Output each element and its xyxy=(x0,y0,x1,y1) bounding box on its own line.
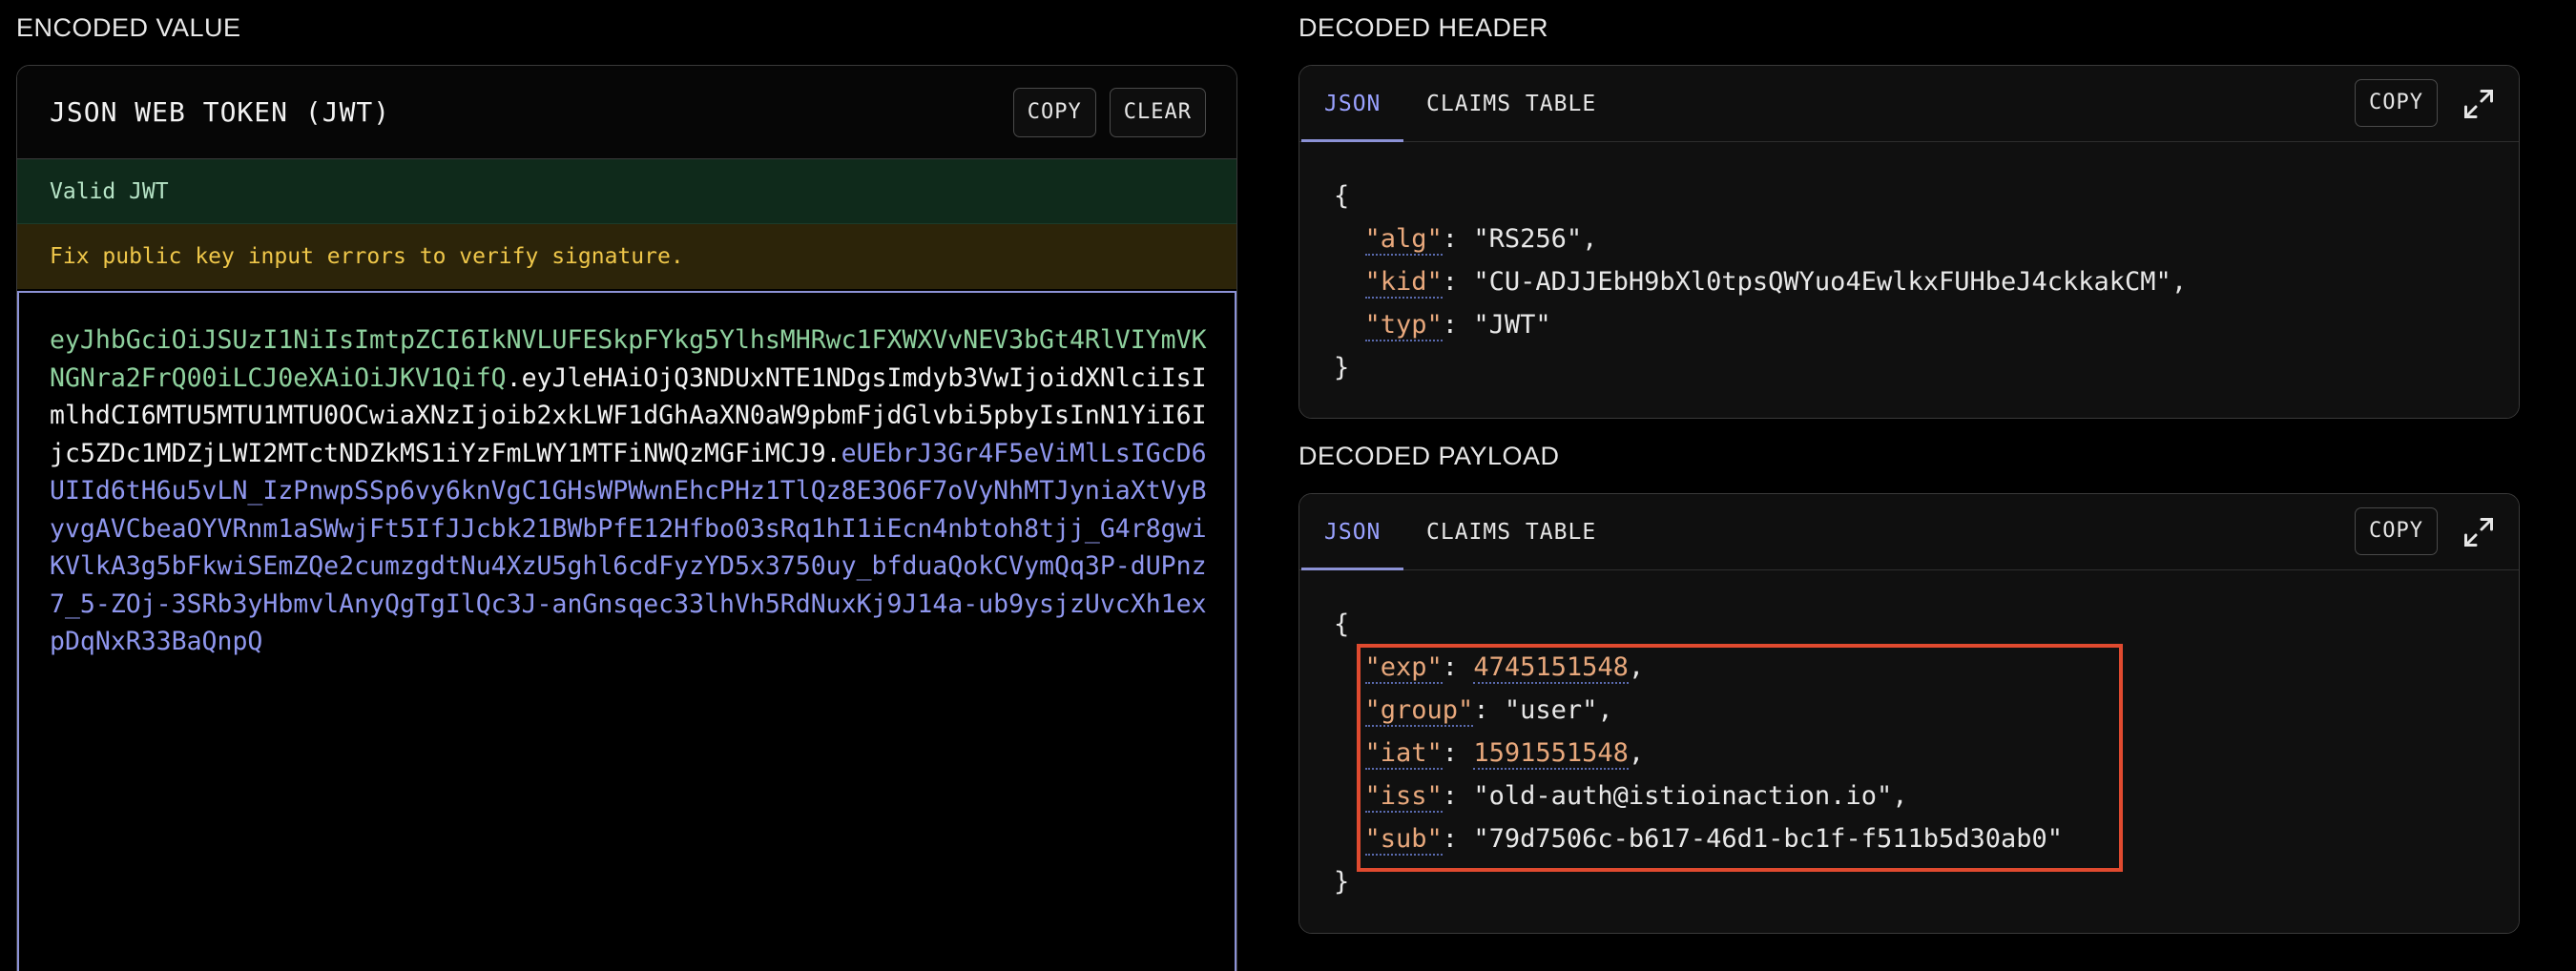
claim-key: "group" xyxy=(1364,695,1474,727)
encoded-card-header: JSON WEB TOKEN (JWT) COPY CLEAR xyxy=(17,66,1236,159)
decoded-header-title: DECODED HEADER xyxy=(1298,13,1549,42)
claim-separator: , xyxy=(2171,267,2188,297)
claim-value: "JWT" xyxy=(1473,310,1551,340)
claim-separator: , xyxy=(1892,781,1908,811)
signature-warning-banner: Fix public key input errors to verify si… xyxy=(17,224,1236,289)
claim-value: "79d7506c-b617-46d1-bc1f-f511b5d30ab0" xyxy=(1473,824,2064,854)
card-title: JSON WEB TOKEN (JWT) xyxy=(50,96,391,128)
clear-token-button[interactable]: CLEAR xyxy=(1109,87,1206,137)
copy-token-button[interactable]: COPY xyxy=(1012,87,1096,137)
claim-separator: , xyxy=(1628,652,1645,682)
claim-separator: , xyxy=(1628,738,1645,768)
claim-key: "sub" xyxy=(1364,824,1443,856)
encoded-actions: COPY CLEAR xyxy=(1012,87,1206,137)
json-open-brace: { xyxy=(1334,609,1350,639)
valid-status-banner: Valid JWT xyxy=(17,159,1236,224)
claim-key: "alg" xyxy=(1364,224,1443,256)
claim-value: "user" xyxy=(1504,695,1598,725)
decoded-payload-title: DECODED PAYLOAD xyxy=(1298,442,1560,470)
payload-tabs: JSON CLAIMS TABLE COPY xyxy=(1299,494,2519,571)
json-claim-sub: "sub": "79d7506c-b617-46d1-bc1f-f511b5d3… xyxy=(1364,824,2064,856)
token-input[interactable]: eyJhbGciOiJSUzI1NiIsImtpZCI6IkNVLUFESkpF… xyxy=(17,291,1236,971)
claim-separator: , xyxy=(1597,695,1613,725)
tab-header-claims-table[interactable]: CLAIMS TABLE xyxy=(1426,66,1596,142)
encoded-card: JSON WEB TOKEN (JWT) COPY CLEAR Valid JWT… xyxy=(16,65,1237,971)
tab-header-json[interactable]: JSON xyxy=(1300,66,1404,143)
json-claim-iat: "iat": 1591551548, xyxy=(1364,738,1645,770)
claim-value: 1591551548 xyxy=(1473,738,1629,770)
token-text: eyJhbGciOiJSUzI1NiIsImtpZCI6IkNVLUFESkpF… xyxy=(50,321,1218,661)
json-claim-alg: "alg": "RS256", xyxy=(1364,224,1598,256)
expand-icon[interactable] xyxy=(2462,87,2496,121)
json-close-brace: } xyxy=(1334,867,1350,897)
payload-json-view: { "exp": 4745151548, "group": "user", "i… xyxy=(1299,570,2519,933)
claim-value: 4745151548 xyxy=(1473,652,1629,684)
header-json-view: { "alg": "RS256", "kid": "CU-ADJJEbH9bXl… xyxy=(1299,142,2519,418)
claim-value: "RS256" xyxy=(1473,224,1583,254)
claim-key: "kid" xyxy=(1364,267,1443,299)
copy-header-button[interactable]: COPY xyxy=(2355,79,2438,127)
expand-icon[interactable] xyxy=(2462,515,2496,549)
claim-key: "exp" xyxy=(1364,652,1443,684)
json-claim-iss: "iss": "old-auth@istioinaction.io", xyxy=(1364,781,1908,813)
token-separator: . xyxy=(506,362,522,393)
json-open-brace: { xyxy=(1334,181,1350,211)
json-claim-kid: "kid": "CU-ADJJEbH9bXl0tpsQWYuo4EwlkxFUH… xyxy=(1364,267,2188,299)
tab-payload-claims-table[interactable]: CLAIMS TABLE xyxy=(1426,494,1596,570)
claim-value: "CU-ADJJEbH9bXl0tpsQWYuo4EwlkxFUHbeJ4ckk… xyxy=(1473,267,2171,297)
claim-key: "iss" xyxy=(1364,781,1443,813)
encoded-section-title: ENCODED VALUE xyxy=(16,13,241,42)
json-close-brace: } xyxy=(1334,353,1350,382)
claim-key: "iat" xyxy=(1364,738,1443,770)
json-claim-exp: "exp": 4745151548, xyxy=(1364,652,1645,684)
json-claim-typ: "typ": "JWT" xyxy=(1364,310,1551,341)
copy-payload-button[interactable]: COPY xyxy=(2355,507,2438,555)
claim-separator: , xyxy=(1582,224,1598,254)
tab-payload-json[interactable]: JSON xyxy=(1300,494,1404,571)
claim-key: "typ" xyxy=(1364,310,1443,341)
decoded-payload-card: JSON CLAIMS TABLE COPY { "exp": 47451515… xyxy=(1298,493,2520,934)
token-signature-part: eUEbrJ3Gr4F5eViMlLsIGcD6UIId6tH6u5vLN_Iz… xyxy=(50,438,1207,657)
decoded-header-card: JSON CLAIMS TABLE COPY { "alg": "RS256",… xyxy=(1298,65,2520,419)
token-separator: . xyxy=(825,438,841,468)
json-claim-group: "group": "user", xyxy=(1364,695,1613,727)
header-tabs: JSON CLAIMS TABLE COPY xyxy=(1299,66,2519,143)
claim-value: "old-auth@istioinaction.io" xyxy=(1473,781,1893,811)
